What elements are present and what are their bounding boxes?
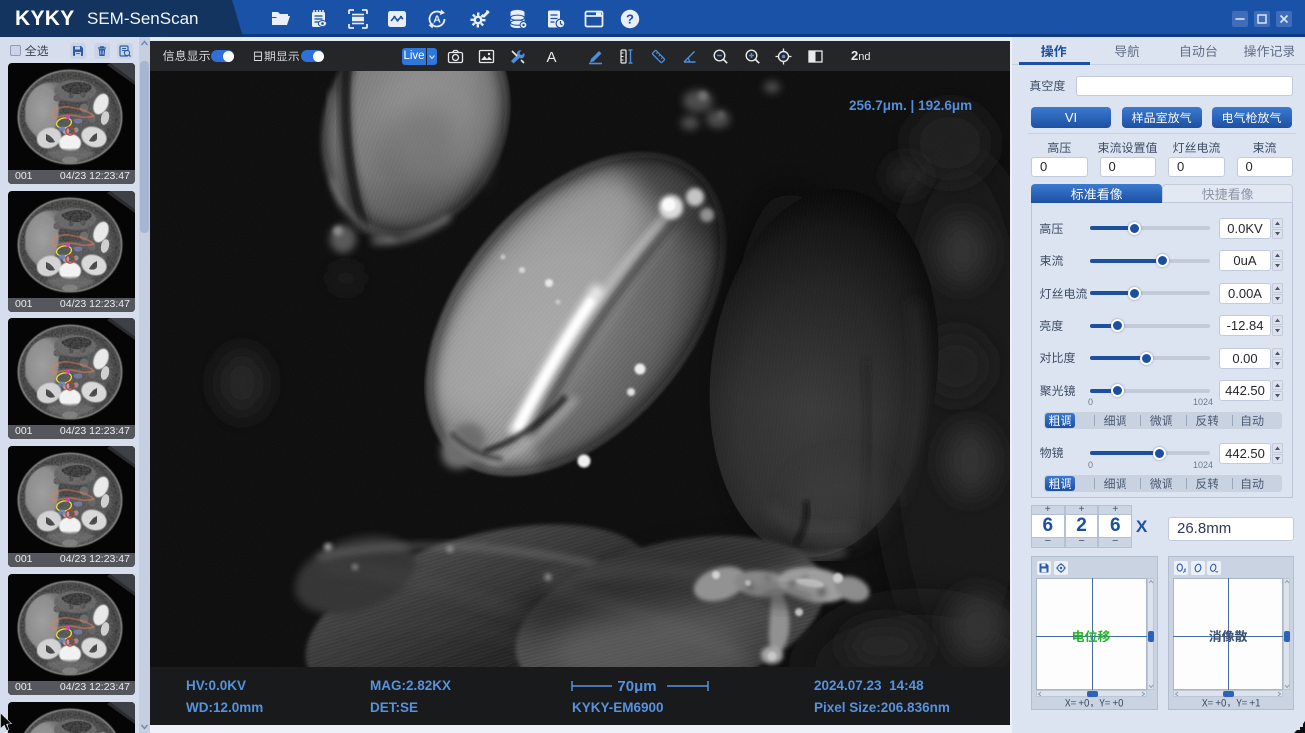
svg-text:A: A xyxy=(546,49,556,65)
svg-text:A: A xyxy=(433,14,441,26)
svg-text:A: A xyxy=(1183,569,1186,573)
svg-text:70μm: 70μm xyxy=(617,678,656,693)
svg-text:?: ? xyxy=(626,11,634,26)
